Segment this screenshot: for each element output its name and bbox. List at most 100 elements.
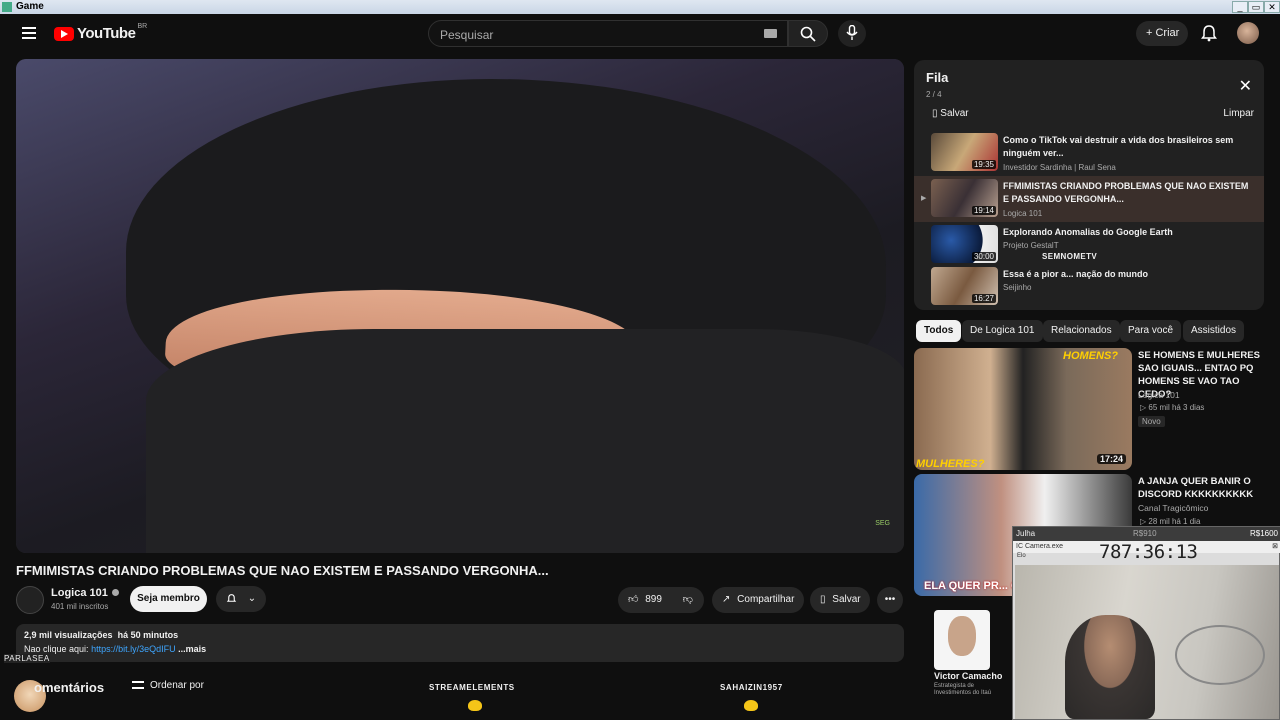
thumbs-up-icon: 👍︎ [628, 594, 639, 605]
join-button[interactable]: Seja membro [130, 586, 207, 612]
person-face [948, 616, 976, 656]
chip-de-logica[interactable]: De Logica 101 [962, 320, 1043, 342]
sort-comments-button[interactable]: Ordenar por [132, 680, 204, 691]
donation-amount: R$910 [1133, 529, 1157, 538]
window-titlebar: Game _ ▭ ✕ [0, 0, 1280, 14]
recommendation-thumbnail[interactable] [914, 604, 1010, 720]
search-icon [800, 26, 816, 42]
chip-assistidos[interactable]: Assistidos [1183, 320, 1245, 342]
streamer-person [1065, 615, 1155, 719]
new-badge: Novo [1138, 416, 1165, 427]
thumbnail-caption-top: HOMENS? [1063, 350, 1118, 362]
dislike-button[interactable]: 👎︎ [683, 594, 693, 605]
queue-thumbnail: 30:00 [931, 225, 998, 263]
video-frame-mask [146, 329, 904, 553]
bookmark-icon: ▯ [820, 594, 826, 605]
webcam-window-label: IC Camera.exe [1016, 543, 1064, 550]
stream-timer: 787:36:13 [1099, 541, 1198, 563]
queue-count: 2 / 4 [926, 90, 942, 99]
chip-todos[interactable]: Todos [916, 320, 962, 342]
queue-item[interactable]: 19:35 Como o TikTok vai destruir a vida … [914, 130, 1264, 176]
donation-goal: R$1600 [1249, 529, 1278, 538]
description-link[interactable]: https://bit.ly/3eQdIFU [91, 644, 176, 654]
channel-name[interactable]: Logica 101 [51, 587, 119, 599]
keyboard-icon[interactable] [764, 29, 777, 38]
window-title: Game [16, 1, 44, 12]
verified-icon [111, 589, 119, 596]
background-table [1175, 625, 1265, 685]
recommendation-meta: ▷ 28 mil há 1 dia [1140, 517, 1201, 526]
account-avatar[interactable] [1237, 22, 1259, 44]
youtube-play-icon [54, 26, 74, 41]
queue-title: Fila [926, 70, 949, 85]
queue-thumbnail: 19:35 [931, 133, 998, 171]
duck-overlay-icon [468, 700, 482, 711]
chevron-down-icon: ⌄ [247, 593, 257, 604]
minimize-button[interactable]: _ [1232, 1, 1248, 13]
recommendation-channel[interactable]: Canal Tragicômico [1138, 503, 1208, 513]
voice-search-button[interactable] [838, 20, 866, 47]
video-player[interactable]: SEG [16, 59, 904, 553]
queue-item-title: Como o TikTok vai destruir a vida dos br… [1003, 135, 1234, 158]
sort-label: Ordenar por [150, 680, 204, 691]
chip-relacionados[interactable]: Relacionados [1043, 320, 1120, 342]
create-label: Criar [1155, 27, 1180, 39]
recommendation-duration: 17:24 [1096, 454, 1126, 464]
search-input[interactable]: Pesquisar [428, 20, 788, 47]
recommendation-channel[interactable]: Victor Camacho [934, 671, 1002, 681]
queue-item-channel: Projeto GestalT [1003, 241, 1059, 250]
save-button[interactable]: ▯ Salvar [810, 587, 870, 613]
logo-text: YouTube [77, 25, 136, 42]
thumbnail-caption-bottom: MULHERES? [916, 458, 985, 470]
share-icon: ↗ [722, 594, 731, 605]
comments-heading: omentários [34, 680, 105, 695]
video-stats: 2,9 mil visualizações há 50 minutos [24, 630, 178, 640]
view-count: 2,9 mil visualizações [24, 630, 113, 640]
queue-item-channel: Logica 101 [1003, 209, 1043, 218]
recommendation-title[interactable]: A JANJA QUER BANIR O DISCORD KKKKKKKKKK [1138, 475, 1268, 501]
recommendation-meta: ▷ 65 mil há 3 dias [1140, 403, 1205, 412]
description-prefix: Nao clique aqui: [24, 644, 89, 654]
create-button[interactable]: + Criar [1136, 21, 1188, 46]
queue-duration: 16:27 [971, 294, 996, 303]
share-button[interactable]: ↗ Compartilhar [712, 587, 804, 613]
webcam-close-icon[interactable]: ⊠ [1272, 542, 1278, 550]
channel-name-text[interactable]: Logica 101 [51, 587, 108, 599]
bell-icon [226, 593, 237, 602]
show-more[interactable]: ...mais [178, 644, 206, 654]
share-label: Compartilhar [737, 594, 795, 605]
queue-thumbnail: 16:27 [931, 267, 998, 305]
subscription-bell-button[interactable]: ⌄ [216, 586, 266, 612]
queue-item[interactable]: 30:00 Explorando Anomalias do Google Ear… [914, 222, 1264, 268]
maximize-button[interactable]: ▭ [1248, 1, 1264, 13]
description-box[interactable]: 2,9 mil visualizações há 50 minutos Nao … [16, 624, 904, 662]
posted-time: há 50 minutos [117, 630, 179, 640]
like-button[interactable]: 👍︎ 899 👎︎ [618, 587, 704, 613]
recommendation-thumbnail[interactable]: HOMENS? MULHERES? 17:24 [914, 348, 1132, 470]
duck-overlay-icon [744, 700, 758, 711]
queue-item-current[interactable]: ▶ 19:14 FFMIMISTAS CRIANDO PROBLEMAS QUE… [914, 176, 1264, 222]
channel-avatar[interactable] [16, 586, 44, 614]
recommendation-channel[interactable]: Logica 101 [1138, 390, 1180, 400]
menu-icon[interactable] [22, 27, 36, 39]
like-count: 899 [645, 594, 662, 605]
notifications-bell-icon[interactable] [1199, 23, 1219, 43]
streamelements-label: STREAMELEMENTS [429, 683, 515, 692]
queue-item[interactable]: 16:27 Essa é a pior a... nação do mundo … [914, 264, 1264, 310]
queue-duration: 19:35 [971, 160, 996, 169]
sort-icon [132, 681, 144, 690]
search-button[interactable] [788, 20, 828, 47]
close-queue-icon[interactable]: ✕ [1239, 76, 1252, 96]
close-window-button[interactable]: ✕ [1264, 1, 1280, 13]
queue-save-button[interactable]: ▯ Salvar [932, 108, 969, 119]
save-label: Salvar [832, 594, 861, 605]
queue-panel: Fila 2 / 4 ✕ ▯ Salvar Limpar 19:35 Como … [914, 60, 1264, 310]
queue-clear-button[interactable]: Limpar [1223, 108, 1254, 119]
queue-duration: 30:00 [971, 252, 996, 261]
app-icon [2, 2, 12, 12]
sahaizin-label: SAHAIZIN1957 [720, 683, 783, 692]
youtube-logo[interactable]: YouTube BR [54, 23, 147, 42]
webcam-overlay: Julha R$910 R$1600 IC Camera.exe ⊠ 787:36… [1012, 526, 1280, 720]
chip-para-voce[interactable]: Para você [1120, 320, 1182, 342]
more-actions-button[interactable]: ••• [877, 587, 903, 613]
